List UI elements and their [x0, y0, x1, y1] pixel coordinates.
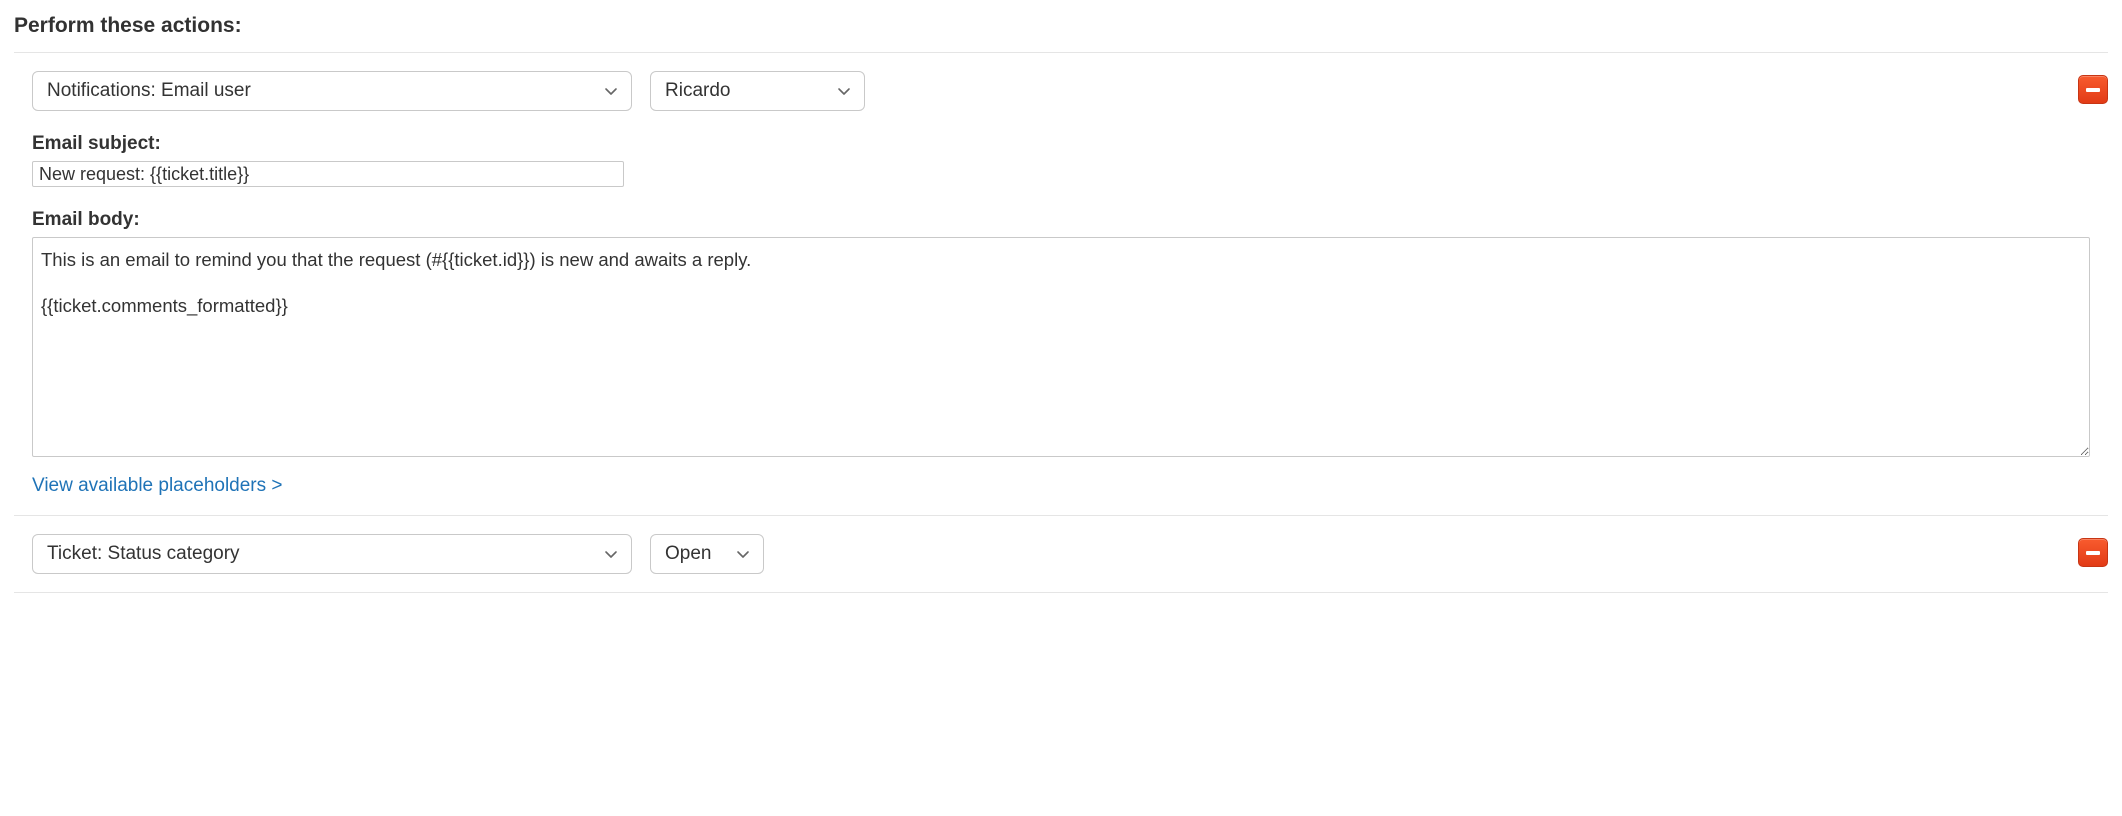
action-type-value: Notifications: Email user [33, 80, 631, 102]
remove-action-button[interactable] [2078, 75, 2108, 104]
view-placeholders-link[interactable]: View available placeholders > [32, 475, 283, 496]
action2-value: Open [651, 543, 763, 565]
action2-type-value: Ticket: Status category [33, 543, 631, 565]
action-block-status: Ticket: Status category Open [14, 516, 2108, 592]
action-block-email: Notifications: Email user Ricardo Email … [14, 53, 2108, 497]
action-user-select[interactable]: Ricardo [650, 71, 865, 111]
divider-bottom [14, 592, 2108, 593]
minus-icon [2086, 88, 2100, 92]
action2-type-select[interactable]: Ticket: Status category [32, 534, 632, 574]
action2-value-select[interactable]: Open [650, 534, 764, 574]
email-body-label: Email body: [14, 209, 2108, 231]
action-type-select[interactable]: Notifications: Email user [32, 71, 632, 111]
action2-selects-row: Ticket: Status category Open [14, 534, 2108, 574]
email-body-textarea[interactable] [32, 237, 2090, 457]
section-title: Perform these actions: [14, 14, 2108, 38]
email-subject-label: Email subject: [14, 133, 2108, 155]
action-user-value: Ricardo [651, 80, 864, 102]
remove-action-button[interactable] [2078, 538, 2108, 567]
action-selects-row: Notifications: Email user Ricardo [14, 71, 2108, 111]
email-subject-input[interactable] [32, 161, 624, 187]
minus-icon [2086, 551, 2100, 555]
